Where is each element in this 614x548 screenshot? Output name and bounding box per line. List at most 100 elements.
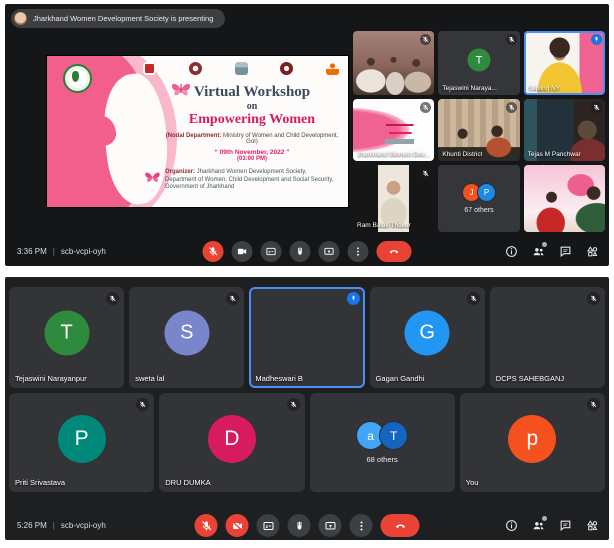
participant-tile[interactable]: Khunti District	[438, 99, 519, 161]
slide-organizer-block: Organizer: Jharkhand Women Development S…	[165, 169, 339, 192]
present-button[interactable]	[319, 241, 340, 262]
screenshot-root: Jharkhand Women Development Society is p…	[0, 0, 614, 548]
more-participants-tile[interactable]: J P 67 others	[438, 165, 519, 232]
chat-button[interactable]	[558, 519, 572, 533]
raise-hand-button[interactable]	[290, 241, 311, 262]
more-options-icon	[353, 246, 364, 257]
end-call-button[interactable]	[377, 241, 412, 262]
participant-grid-top: T Tejaswini Naraya... Sapling NY Jharkha…	[353, 31, 605, 232]
participant-grid-row2: P Priti Srivastava D DRU DUMKA a T 68 ot…	[9, 393, 605, 492]
participant-name: Ram Balak Thakur	[357, 222, 411, 229]
more-options-button[interactable]	[350, 514, 373, 537]
activities-button[interactable]	[585, 245, 599, 259]
camera-off-icon	[231, 520, 243, 532]
participant-tile[interactable]	[353, 31, 434, 95]
participant-tile[interactable]: S sweta lal	[129, 287, 244, 388]
meeting-code: scb-vcpi-oyh	[61, 247, 106, 256]
participant-tile[interactable]: P Priti Srivastava	[9, 393, 154, 492]
avatar: P	[58, 415, 106, 463]
meeting-meta: 5:26 PM | scb-vcpi-oyh	[17, 521, 106, 530]
participant-tile[interactable]: DCPS SAHEBGANJ	[490, 287, 605, 388]
present-icon	[324, 246, 335, 257]
presenting-banner-text: Jharkhand Women Development Society is p…	[33, 14, 213, 23]
others-summary: a T 68 others	[310, 393, 455, 492]
participant-tile[interactable]: Tejas M Panchwar	[524, 99, 605, 161]
raise-hand-icon	[293, 520, 305, 532]
mic-muted-icon	[467, 292, 480, 305]
self-tile[interactable]: p You	[460, 393, 605, 492]
icds-logo-icon	[326, 62, 339, 75]
info-button[interactable]	[504, 519, 518, 533]
butterfly-icon	[143, 168, 162, 187]
participant-name: Tejas M Panchwar	[528, 151, 581, 158]
mic-button[interactable]	[195, 514, 218, 537]
meeting-panel-icons	[504, 519, 599, 533]
slide-title-line1: Virtual Workshop	[165, 84, 339, 101]
participant-tile[interactable]: Madheswari B	[249, 287, 364, 388]
participant-tile[interactable]	[524, 165, 605, 232]
participant-tile[interactable]: D DRU DUMKA	[159, 393, 304, 492]
captions-button[interactable]	[257, 514, 280, 537]
emblem-logo-icon	[189, 62, 202, 75]
participant-tile[interactable]: Ram Balak Thakur	[353, 165, 434, 232]
more-options-icon	[355, 520, 367, 532]
camera-icon	[237, 246, 248, 257]
participant-tile[interactable]: Sapling NY	[524, 31, 605, 95]
end-call-button[interactable]	[381, 514, 420, 537]
participant-name: Jharkhand Women Dev...	[357, 151, 430, 158]
participant-name: You	[466, 478, 479, 487]
slide-title-line3: Empowering Women	[165, 112, 339, 128]
raise-hand-button[interactable]	[288, 514, 311, 537]
camera-button[interactable]	[226, 514, 249, 537]
people-badge	[542, 516, 547, 521]
activities-icon	[586, 519, 599, 532]
presentation-stage-tile[interactable]: Virtual Workshop on Empowering Women (No…	[47, 56, 348, 207]
end-call-icon	[394, 520, 406, 532]
avatar: T	[467, 49, 490, 72]
mic-muted-icon	[136, 398, 149, 411]
participant-name: Madheswari B	[255, 374, 303, 383]
participant-tile[interactable]: Jharkhand Women Dev...	[353, 99, 434, 161]
mic-button[interactable]	[203, 241, 224, 262]
participant-grid-row1: T Tejaswini Narayanpur S sweta lal Madhe…	[9, 287, 605, 388]
mic-muted-icon	[587, 398, 600, 411]
participant-name: Sapling NY	[528, 85, 561, 92]
info-icon	[505, 245, 518, 258]
captions-icon	[266, 246, 277, 257]
avatar: P	[477, 183, 496, 202]
activities-button[interactable]	[585, 519, 599, 533]
people-button[interactable]	[531, 519, 545, 533]
mic-muted-icon	[506, 102, 517, 113]
captions-button[interactable]	[261, 241, 282, 262]
seal-logo-icon	[280, 62, 293, 75]
mic-muted-icon	[591, 102, 602, 113]
participant-tile[interactable]: G Gagan Gandhi	[370, 287, 485, 388]
participant-tile[interactable]: T Tejaswini Narayanpur	[9, 287, 124, 388]
end-call-icon	[389, 246, 400, 257]
present-button[interactable]	[319, 514, 342, 537]
clock-time: 3:36 PM	[17, 247, 47, 256]
participant-tile[interactable]: T Tejaswini Naraya...	[438, 31, 519, 95]
chat-button[interactable]	[558, 245, 572, 259]
people-button[interactable]	[531, 245, 545, 259]
more-options-button[interactable]	[348, 241, 369, 262]
mic-muted-icon	[287, 398, 300, 411]
mic-off-icon	[200, 520, 212, 532]
participant-name: Priti Srivastava	[15, 478, 65, 487]
slide-nodal-line: (Nodal Department: Ministry of Women and…	[165, 133, 339, 145]
camera-button[interactable]	[232, 241, 253, 262]
mic-muted-icon	[106, 292, 119, 305]
people-icon	[532, 245, 545, 258]
participant-name: Tejaswini Narayanpur	[15, 374, 87, 383]
more-participants-tile[interactable]: a T 68 others	[310, 393, 455, 492]
mic-off-icon	[208, 246, 219, 257]
mic-muted-icon	[226, 292, 239, 305]
slide-date-line: “ 09th November, 2022 ”	[165, 149, 339, 156]
participant-name: sweta lal	[135, 374, 164, 383]
pin-icon	[347, 292, 360, 305]
avatar: T	[44, 311, 89, 356]
info-button[interactable]	[504, 245, 518, 259]
presenting-banner: Jharkhand Women Development Society is p…	[11, 9, 225, 28]
mic-muted-icon	[420, 168, 431, 179]
society-logo-icon	[14, 12, 27, 25]
